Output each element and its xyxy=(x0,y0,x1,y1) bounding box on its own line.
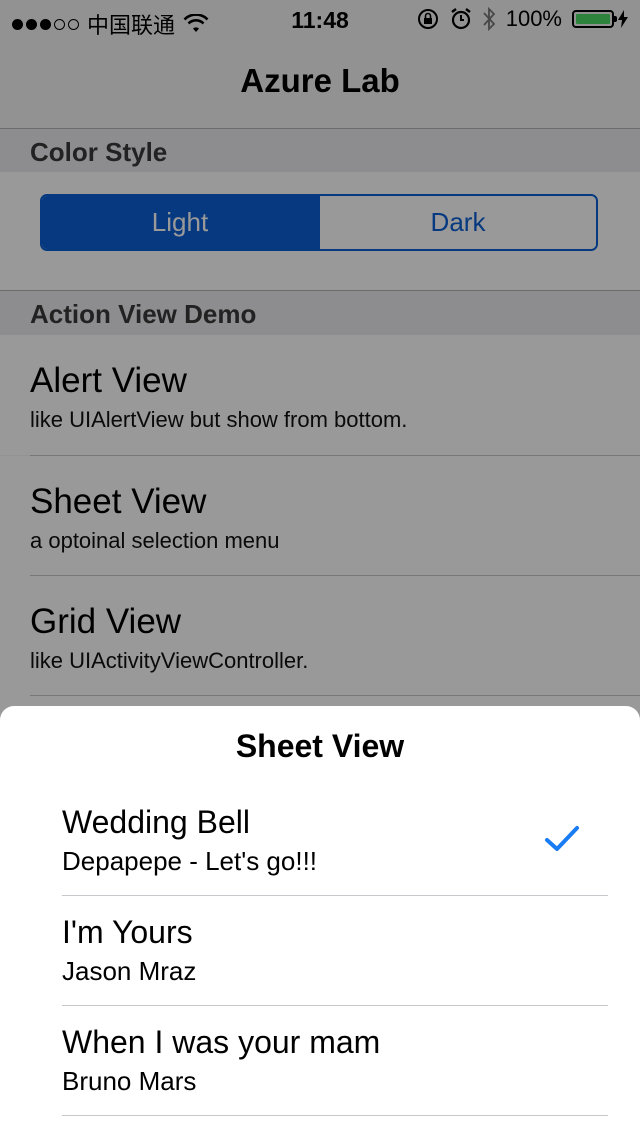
checkmark-icon xyxy=(545,826,579,851)
sheet-item-title: When I was your mam xyxy=(62,1024,381,1060)
sheet-separator xyxy=(62,1005,608,1006)
sheet-item-wedding-bell[interactable]: Wedding Bell Depapepe - Let's go!!! xyxy=(62,804,608,914)
sheet-item-im-yours[interactable]: I'm Yours Jason Mraz xyxy=(62,914,608,1024)
sheet-item-subtitle: Depapepe - Let's go!!! xyxy=(62,846,318,876)
sheet-title: Sheet View xyxy=(235,728,405,764)
sheet-view: Sheet View Wedding Bell Depapepe - Let's… xyxy=(0,706,640,1136)
sheet-item-title: I'm Yours xyxy=(62,914,193,950)
sheet-item-subtitle: Jason Mraz xyxy=(62,956,197,986)
sheet-item-subtitle: Bruno Mars xyxy=(62,1066,197,1096)
sheet-separator xyxy=(62,895,608,896)
sheet-item-when-i-was-your-mam[interactable]: When I was your mam Bruno Mars xyxy=(62,1024,608,1134)
sheet-item-title: Wedding Bell xyxy=(62,804,250,840)
sheet-separator xyxy=(62,1115,608,1116)
